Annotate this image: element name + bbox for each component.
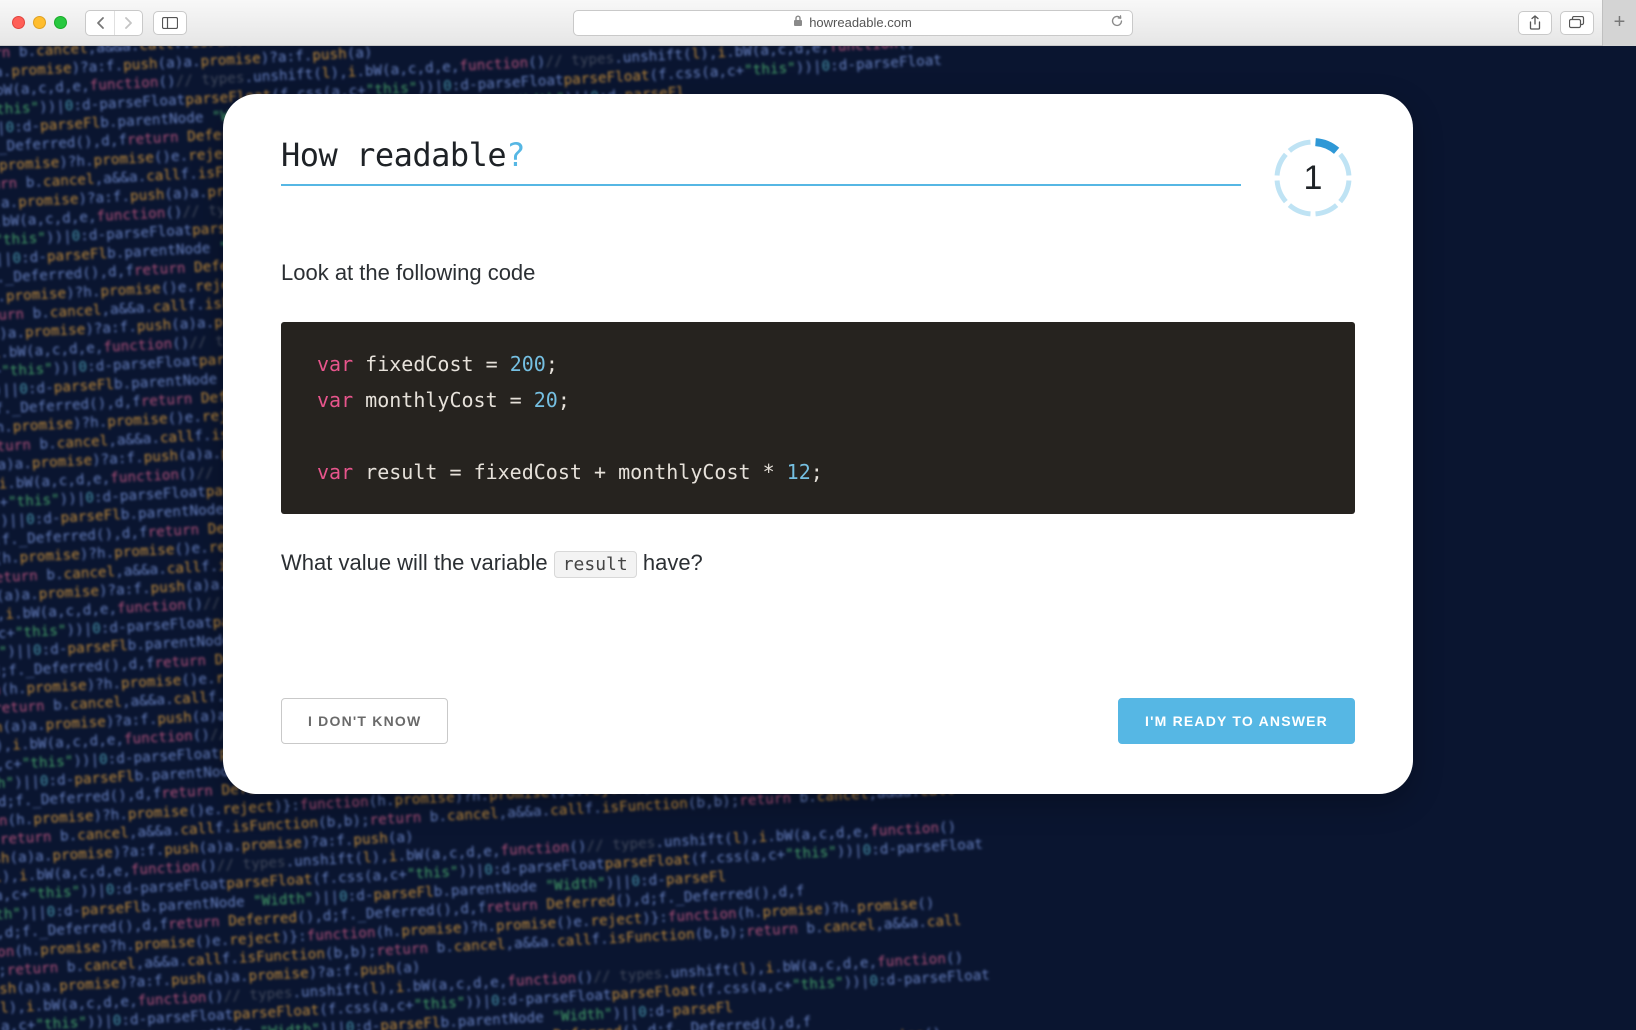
browser-toolbar: howreadable.com + <box>0 0 1636 46</box>
question-text: What value will the variable result have… <box>281 550 1355 576</box>
page-title-punct: ? <box>506 136 525 174</box>
sidebar-toggle-button[interactable] <box>153 11 187 35</box>
code-block: var fixedCost = 200; var monthlyCost = 2… <box>281 322 1355 514</box>
address-bar-host: howreadable.com <box>809 15 912 30</box>
prompt-text: Look at the following code <box>281 260 1355 286</box>
fullscreen-window-button[interactable] <box>54 16 67 29</box>
address-bar[interactable]: howreadable.com <box>573 10 1133 36</box>
viewport: // types.unshift(l),i.bW(a,c,d,e,functio… <box>0 46 1636 1030</box>
footer-buttons: I DON'T KNOW I'M READY TO ANSWER <box>281 638 1355 744</box>
reload-button[interactable] <box>1110 14 1124 31</box>
main-card: How readable? 1 Look at the following co… <box>223 94 1413 794</box>
progress-number: 1 <box>1271 136 1355 220</box>
tabs-overview-button[interactable] <box>1560 11 1594 35</box>
dont-know-button[interactable]: I DON'T KNOW <box>281 698 448 744</box>
question-suffix: have? <box>643 550 703 575</box>
progress-ring: 1 <box>1271 136 1355 220</box>
window-controls <box>12 16 67 29</box>
question-prefix: What value will the variable <box>281 550 554 575</box>
nav-back-forward-group <box>85 10 143 36</box>
new-tab-button[interactable]: + <box>1602 0 1636 46</box>
forward-button[interactable] <box>114 11 142 35</box>
ready-to-answer-button[interactable]: I'M READY TO ANSWER <box>1118 698 1355 744</box>
share-button[interactable] <box>1518 11 1552 35</box>
lock-icon <box>793 15 803 30</box>
question-variable: result <box>554 551 637 578</box>
minimize-window-button[interactable] <box>33 16 46 29</box>
page-title-text: How readable <box>281 136 506 174</box>
close-window-button[interactable] <box>12 16 25 29</box>
back-button[interactable] <box>86 11 114 35</box>
toolbar-right: + <box>1518 0 1624 46</box>
page-title: How readable? <box>281 136 1241 186</box>
